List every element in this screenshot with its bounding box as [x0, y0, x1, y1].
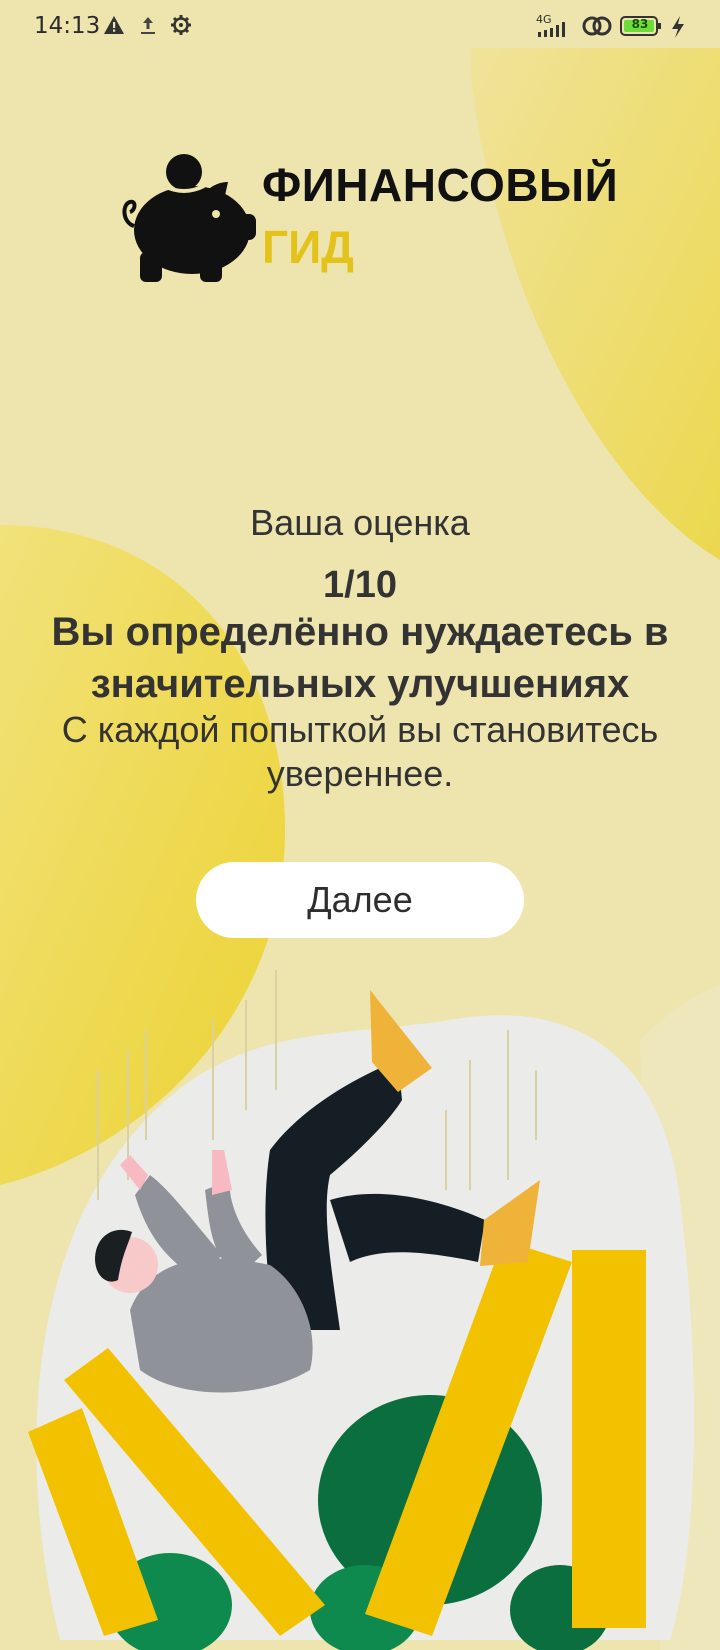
- piggy-bank-icon: [122, 154, 256, 282]
- status-time: 14:13: [34, 13, 101, 39]
- battery-level: 83: [631, 17, 649, 31]
- next-button[interactable]: Далее: [196, 862, 524, 938]
- score-label: Ваша оценка: [250, 502, 470, 543]
- warning-icon: [104, 16, 124, 34]
- charging-icon: [672, 16, 684, 38]
- encouragement-text: С каждой попыткой вы становитесь уверенн…: [61, 709, 659, 794]
- status-bar: 14:13 4G 83: [0, 0, 720, 54]
- link-icon: [582, 16, 612, 36]
- score-value: 1/10: [323, 564, 397, 606]
- signal-icon: [538, 22, 565, 37]
- brand-title: ФИНАНСОВЫЙ: [262, 159, 619, 211]
- settings-gear-icon: [171, 15, 191, 35]
- result-verdict: Вы определённо нуждаетесь в значительных…: [51, 610, 669, 706]
- background-decoration: [0, 48, 720, 1650]
- upload-icon: [141, 17, 155, 34]
- brand-subtitle: ГИД: [262, 221, 354, 273]
